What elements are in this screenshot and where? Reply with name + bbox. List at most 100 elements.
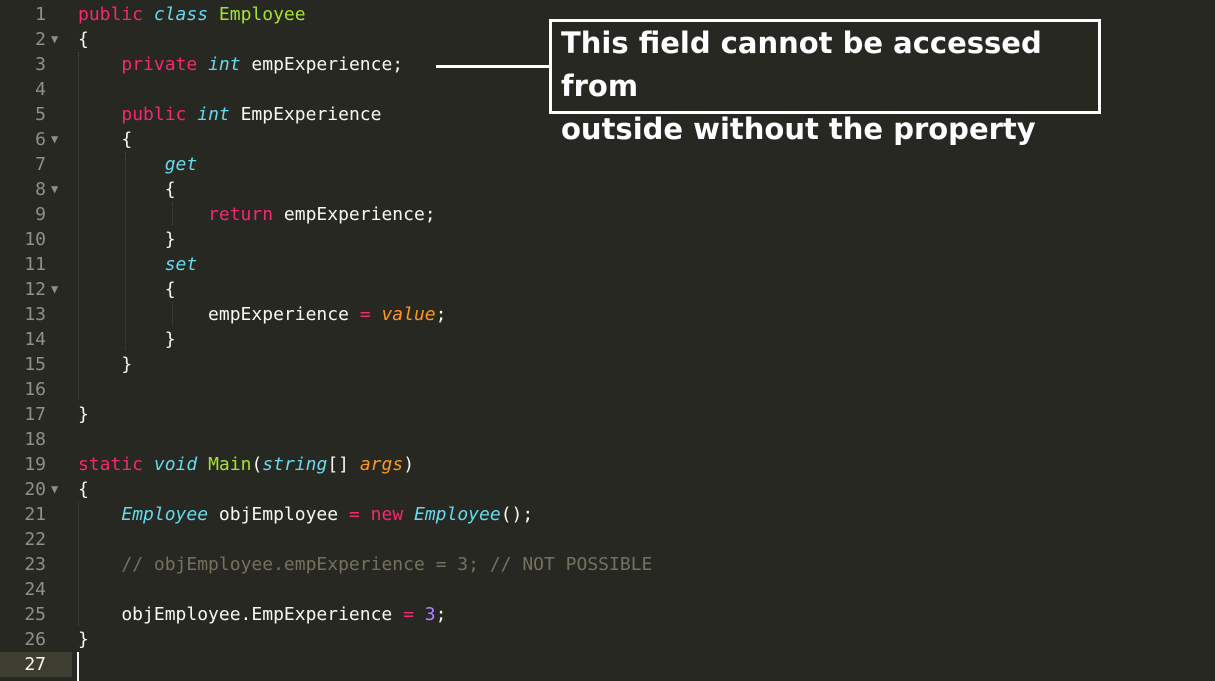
code-line[interactable]: 26} [0,627,1215,652]
gutter: 11 [0,252,72,277]
callout-text-line-1: This field cannot be accessed from [561,26,1042,103]
code-line[interactable]: 7 get [0,152,1215,177]
code-line[interactable]: 15 } [0,352,1215,377]
gutter: 13 [0,302,72,327]
gutter: 10 [0,227,72,252]
gutter: 17 [0,402,72,427]
fold-arrow-icon[interactable]: ▼ [51,27,58,52]
code-text: set [78,252,198,277]
line-number: 25 [24,604,46,625]
fold-arrow-icon[interactable]: ▼ [51,277,58,302]
code-text: private int empExperience; [78,52,403,77]
line-number: 15 [24,354,46,375]
line-number: 9 [35,204,46,225]
code-line[interactable]: 11 set [0,252,1215,277]
line-number: 5 [35,104,46,125]
code-token: empExperience; [240,54,404,75]
code-text: // objEmployee.empExperience = 3; // NOT… [78,552,652,577]
code-line[interactable]: 25 objEmployee.EmpExperience = 3; [0,602,1215,627]
code-line[interactable]: 10 } [0,227,1215,252]
code-text: } [78,227,176,252]
code-line[interactable]: 16 [0,377,1215,402]
code-text: return empExperience; [78,202,436,227]
code-token: string [262,454,328,475]
code-line[interactable]: 18 [0,427,1215,452]
code-token: { [78,29,89,50]
code-token: = [348,504,360,525]
code-token: ; [435,604,447,625]
code-token: args [359,454,404,475]
line-number: 24 [24,579,46,600]
code-text: Employee objEmployee = new Employee(); [78,502,533,527]
code-token: } [78,629,89,650]
code-text: } [78,352,132,377]
code-token: return [208,204,274,225]
code-token: new [370,504,404,525]
line-number: 3 [35,54,46,75]
line-number: 16 [24,379,46,400]
code-line[interactable]: 23 // objEmployee.empExperience = 3; // … [0,552,1215,577]
text-cursor [77,652,79,681]
fold-arrow-icon[interactable]: ▼ [51,177,58,202]
gutter: 7 [0,152,72,177]
code-token: [] [327,454,360,475]
line-number: 22 [24,529,46,550]
code-line[interactable]: 21 Employee objEmployee = new Employee()… [0,502,1215,527]
gutter: 16 [0,377,72,402]
code-line[interactable]: 22 [0,527,1215,552]
code-line[interactable]: 9 return empExperience; [0,202,1215,227]
callout-connector [436,65,549,68]
gutter: 19 [0,452,72,477]
code-token: get [164,154,198,175]
fold-arrow-icon[interactable]: ▼ [51,477,58,502]
code-token: { [78,279,176,300]
fold-arrow-icon[interactable]: ▼ [51,127,58,152]
gutter: 1 [0,2,72,27]
gutter: 23 [0,552,72,577]
code-text: objEmployee.EmpExperience = 3; [78,602,446,627]
code-line[interactable]: 14 } [0,327,1215,352]
line-number: 7 [35,154,46,175]
code-token: { [78,479,89,500]
code-token: Employee [218,4,306,25]
line-number: 23 [24,554,46,575]
line-number: 11 [24,254,46,275]
code-token: int [208,54,241,75]
code-line[interactable]: 12 ▼ { [0,277,1215,302]
code-line[interactable]: 24 [0,577,1215,602]
code-text: static void Main(string[] args) [78,452,414,477]
code-line[interactable]: 19 static void Main(string[] args) [0,452,1215,477]
code-line[interactable]: 8 ▼ { [0,177,1215,202]
code-token: empExperience; [273,204,436,225]
code-text: public class Employee [78,2,306,27]
code-text: { [78,127,132,152]
code-token: ( [251,454,263,475]
line-number: 20 [24,479,46,500]
code-token: = [403,604,414,625]
line-number: 1 [35,4,46,25]
line-number: 6 [35,129,46,150]
code-line[interactable]: 13 empExperience = value; [0,302,1215,327]
code-line[interactable]: 17} [0,402,1215,427]
indent-guide [78,52,79,400]
code-token: Main [208,454,252,475]
code-token: // objEmployee.empExperience = 3; // NOT… [121,554,653,575]
indent-guide [172,302,173,325]
code-token: set [164,254,198,275]
code-editor[interactable]: 1 public class Employee 2 ▼{3 private int e… [0,0,1215,681]
code-token: } [78,329,176,350]
gutter: 26 [0,627,72,652]
code-line[interactable]: 27 [0,652,1215,677]
gutter: 3 [0,52,72,77]
line-number: 4 [35,79,46,100]
code-token: int [197,104,230,125]
code-token: Employee [121,504,209,525]
code-text: { [78,27,89,52]
code-line[interactable]: 20 ▼ { [0,477,1215,502]
code-token: = [359,304,371,325]
